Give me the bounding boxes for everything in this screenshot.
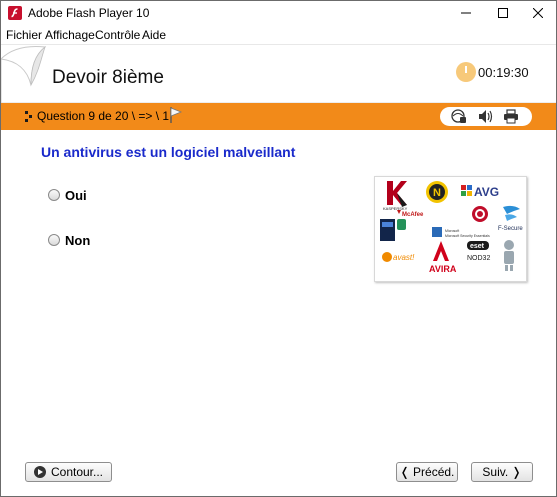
question-text: Un antivirus est un logiciel malveillant bbox=[41, 144, 296, 160]
quiz-content: Devoir 8ième 00:19:30 Question 9 de 20 \… bbox=[1, 45, 556, 496]
svg-text:F-Secure: F-Secure bbox=[498, 226, 523, 232]
help-icon[interactable] bbox=[451, 109, 467, 124]
menu-affichage[interactable]: Affichage bbox=[45, 28, 95, 42]
norton-logo: N bbox=[426, 181, 448, 203]
svg-text:AVIRA: AVIRA bbox=[429, 264, 457, 274]
mcafee-logo: McAfee bbox=[397, 210, 424, 218]
sound-icon[interactable] bbox=[478, 109, 494, 124]
option-oui-label: Oui bbox=[65, 187, 87, 203]
menu-controle[interactable]: Contrôle bbox=[95, 28, 140, 42]
print-icon[interactable] bbox=[503, 109, 519, 124]
title-bar: Adobe Flash Player 10 bbox=[1, 1, 556, 25]
svg-text:NOD32: NOD32 bbox=[467, 255, 490, 262]
svg-text:McAfee: McAfee bbox=[402, 212, 424, 218]
close-button[interactable] bbox=[520, 1, 556, 25]
previous-button[interactable]: ❬ Précéd. bbox=[396, 462, 458, 482]
contour-button-label: Contour... bbox=[50, 465, 104, 479]
antivirus-box-logo bbox=[380, 219, 395, 241]
trend-micro-logo bbox=[472, 206, 488, 222]
radio-oui[interactable] bbox=[48, 189, 60, 201]
svg-text:Microsoft: Microsoft bbox=[445, 229, 459, 233]
avira-logo: AVIRA bbox=[429, 241, 457, 274]
minimize-button[interactable] bbox=[448, 1, 484, 25]
previous-button-label: ❬ Précéd. bbox=[399, 465, 455, 479]
option-non[interactable]: Non bbox=[48, 232, 90, 248]
page-title: Devoir 8ième bbox=[52, 67, 164, 88]
radio-non[interactable] bbox=[48, 234, 60, 246]
svg-text:avast!: avast! bbox=[393, 253, 415, 262]
antivirus-logos-image: KASPERSKY N AVG McAfee F-Secure Microsof… bbox=[374, 176, 527, 282]
menu-fichier[interactable]: Fichier bbox=[6, 28, 42, 42]
maximize-button[interactable] bbox=[485, 1, 521, 25]
svg-text:KASPERSKY: KASPERSKY bbox=[383, 206, 408, 211]
next-button-label: Suiv. ❭ bbox=[482, 465, 522, 479]
question-toolbar: Question 9 de 20 \ => \ 1 bbox=[1, 103, 556, 130]
play-icon bbox=[33, 466, 46, 478]
timer-display: 00:19:30 bbox=[478, 65, 529, 80]
contour-button[interactable]: Contour... bbox=[25, 462, 112, 482]
kaspersky-logo: KASPERSKY bbox=[383, 181, 408, 211]
flash-player-window: Adobe Flash Player 10 Fichier Affichage … bbox=[0, 0, 557, 497]
avast-logo: avast! bbox=[382, 252, 415, 262]
eset-nod32-logo: eset NOD32 bbox=[467, 241, 490, 262]
green-shield-logo bbox=[397, 219, 406, 230]
question-counter: Question 9 de 20 \ => \ 1 bbox=[37, 109, 170, 123]
svg-text:eset: eset bbox=[470, 243, 485, 250]
next-button[interactable]: Suiv. ❭ bbox=[471, 462, 533, 482]
avg-logo: AVG bbox=[461, 185, 499, 199]
svg-text:Microsoft Security Essentials: Microsoft Security Essentials bbox=[445, 234, 490, 238]
option-non-label: Non bbox=[65, 232, 91, 248]
flag-icon[interactable] bbox=[169, 106, 183, 124]
quiz-header: Devoir 8ième 00:19:30 bbox=[1, 45, 556, 103]
svg-text:AVG: AVG bbox=[474, 185, 499, 199]
grip-icon bbox=[25, 111, 32, 122]
flash-app-icon bbox=[8, 6, 22, 20]
microsoft-security-essentials-logo: Microsoft Microsoft Security Essentials bbox=[432, 227, 490, 238]
option-oui[interactable]: Oui bbox=[48, 187, 87, 203]
tools-group bbox=[440, 107, 532, 126]
svg-text:N: N bbox=[433, 187, 441, 199]
antivirus-logos-collage: KASPERSKY N AVG McAfee F-Secure Microsof… bbox=[380, 181, 523, 274]
android-robot-logo bbox=[504, 240, 514, 271]
menu-aide[interactable]: Aide bbox=[142, 28, 166, 42]
window-title: Adobe Flash Player 10 bbox=[28, 6, 150, 20]
menu-bar: Fichier Affichage Contrôle Aide bbox=[1, 25, 556, 45]
f-secure-logo: F-Secure bbox=[498, 205, 523, 232]
timer-icon bbox=[456, 62, 476, 82]
